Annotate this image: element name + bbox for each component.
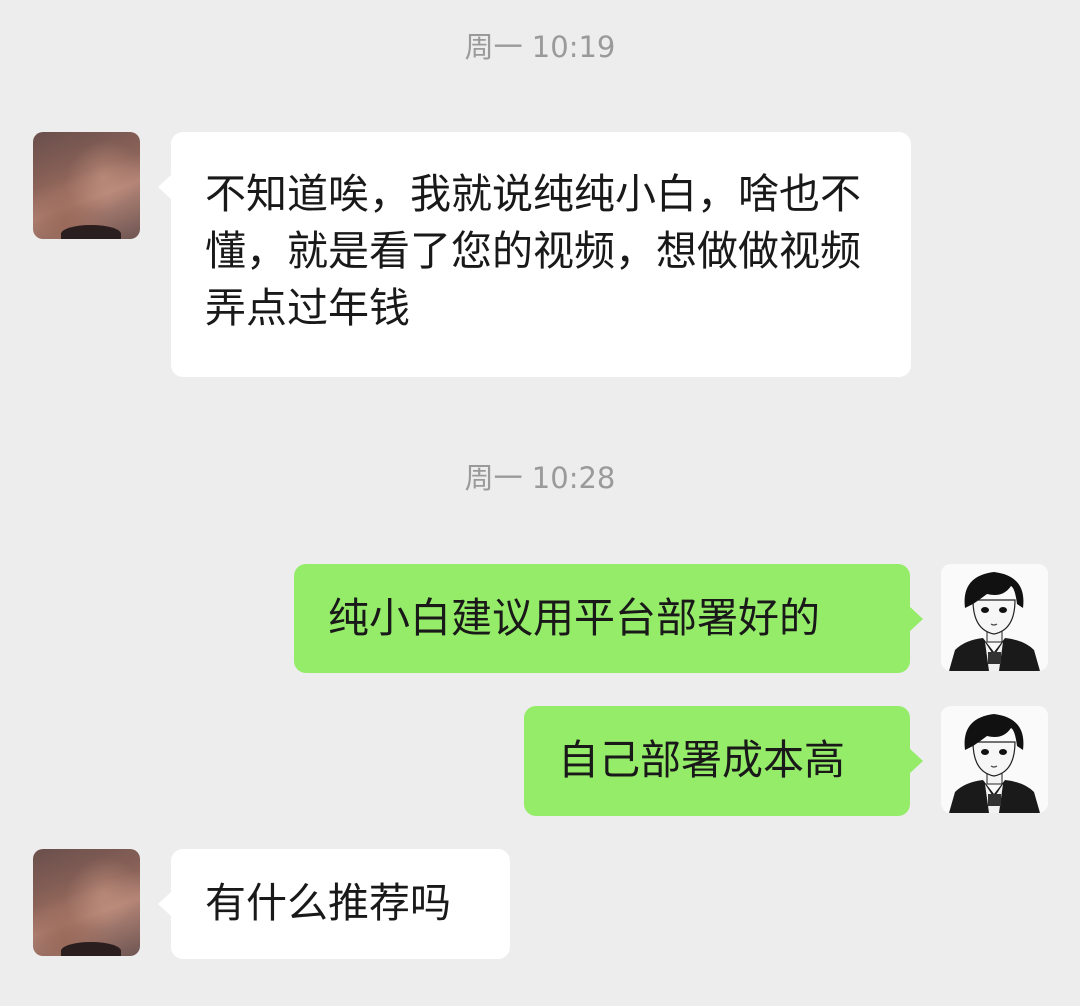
contact-avatar[interactable]: [33, 132, 140, 239]
my-avatar[interactable]: [941, 564, 1048, 671]
message-bubble-incoming[interactable]: 不知道唉，我就说纯纯小白，啥也不懂，就是看了您的视频，想做做视频弄点过年钱: [158, 132, 911, 377]
my-avatar[interactable]: [941, 706, 1048, 813]
message-bubble-outgoing[interactable]: 自己部署成本高: [524, 706, 923, 816]
message-text: 有什么推荐吗: [205, 879, 451, 927]
timestamp: 周一 10:19: [464, 30, 616, 64]
timestamp: 周一 10:28: [464, 461, 616, 495]
message-bubble-incoming[interactable]: 有什么推荐吗: [158, 849, 510, 959]
message-text: 不知道唉，我就说纯纯小白，啥也不懂，就是看了您的视频，想做做视频弄点过年钱: [205, 170, 861, 332]
anime-boy-icon: [941, 564, 1048, 671]
anime-boy-icon: [941, 706, 1048, 813]
contact-avatar[interactable]: [33, 849, 140, 956]
message-bubble-outgoing[interactable]: 纯小白建议用平台部署好的: [294, 564, 923, 673]
message-text: 自己部署成本高: [558, 736, 845, 784]
message-text: 纯小白建议用平台部署好的: [328, 594, 820, 642]
chat-conversation: 周一 10:19 不知道唉，我就说纯纯小白，啥也不懂，就是看了您的视频，想做做视…: [0, 0, 1080, 1006]
